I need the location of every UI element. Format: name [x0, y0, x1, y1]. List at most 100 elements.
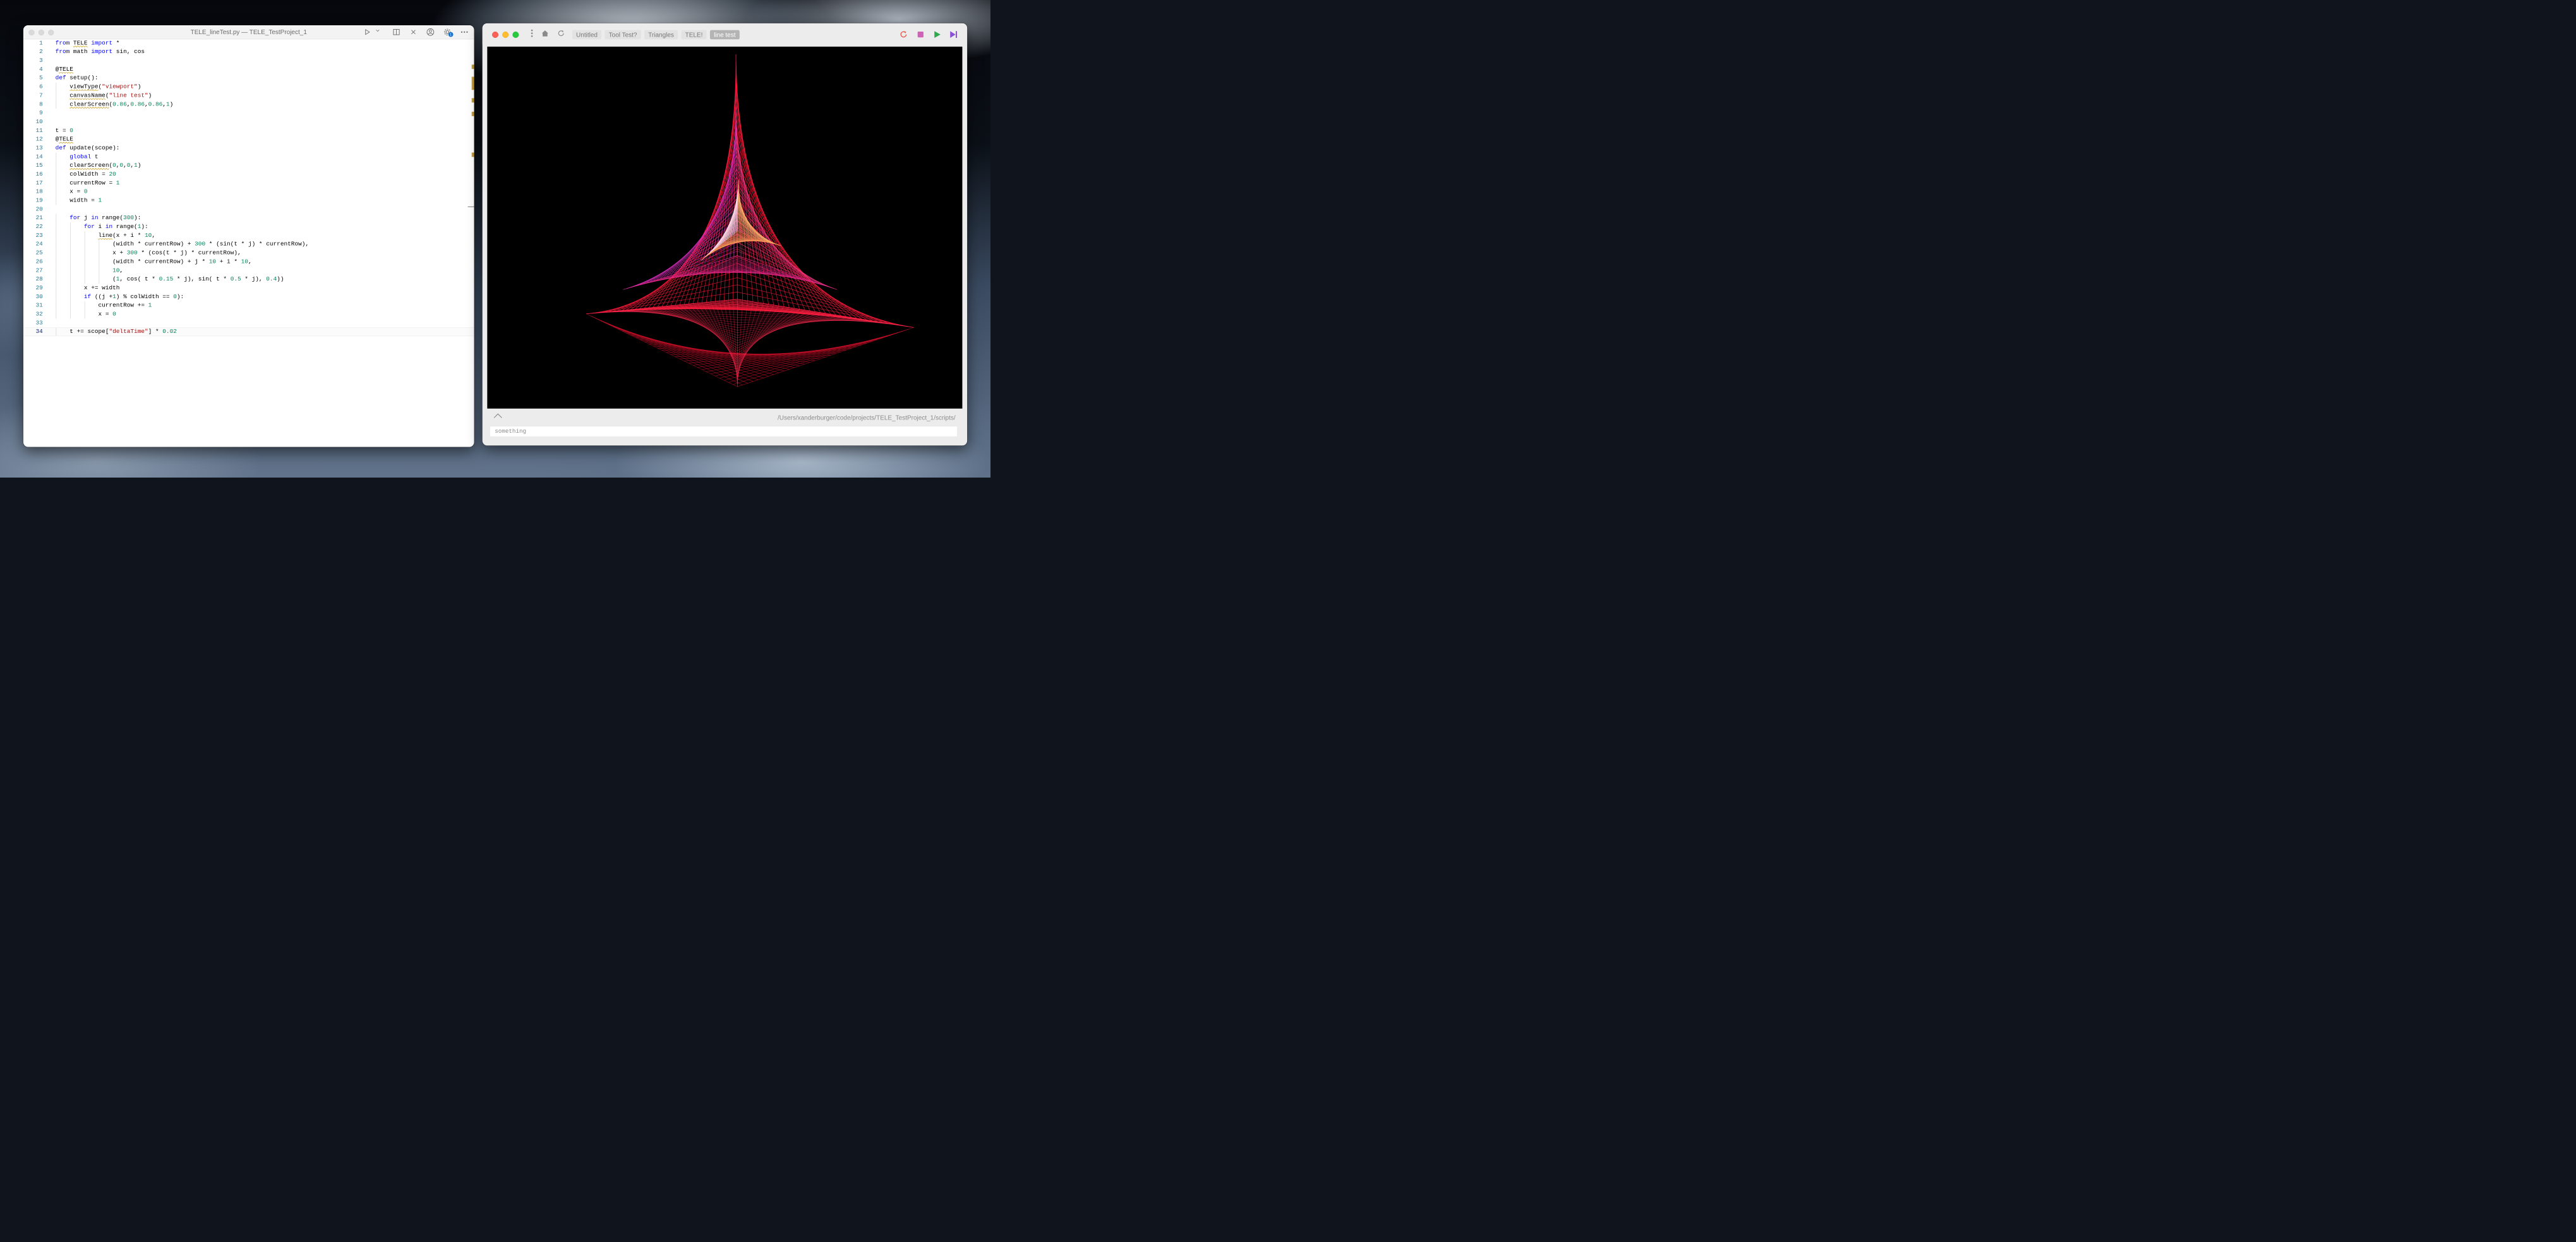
code-line[interactable]: 4 @TELE: [23, 65, 474, 74]
split-view-icon[interactable]: [392, 27, 401, 37]
stop-icon[interactable]: [916, 30, 925, 39]
code-line[interactable]: 15 clearScreen(0,0,0,1): [23, 161, 474, 171]
code-line[interactable]: 1 from TELE import *: [23, 39, 474, 48]
code-line[interactable]: 10: [23, 118, 474, 126]
code-text[interactable]: x += width: [56, 284, 120, 292]
code-text[interactable]: colWidth = 20: [56, 170, 116, 179]
code-text[interactable]: @TELE: [56, 65, 73, 74]
code-text[interactable]: t += scope["deltaTime"] * 0.02: [56, 328, 177, 335]
code-text[interactable]: x + 300 * (cos(t * j) * currentRow),: [56, 249, 241, 258]
code-line[interactable]: 24 (width * currentRow) + 300 * (sin(t *…: [23, 239, 474, 249]
code-line[interactable]: 5 def setup():: [23, 74, 474, 83]
code-text[interactable]: from math import sin, cos: [56, 47, 145, 56]
code-text[interactable]: for j in range(300):: [56, 214, 141, 222]
code-line[interactable]: 14 global t: [23, 152, 474, 162]
canvas-tabs: Untitled Tool Test? Triangles TELE! line…: [572, 30, 740, 40]
code-text[interactable]: clearScreen(0,0,0,1): [56, 161, 141, 170]
code-line[interactable]: 2 from math import sin, cos: [23, 47, 474, 56]
code-line[interactable]: 28 (1, cos( t * 0.15 * j), sin( t * 0.5 …: [23, 275, 474, 284]
code-line[interactable]: 18 x = 0: [23, 187, 474, 196]
more-vertical-icon[interactable]: [527, 29, 538, 40]
code-text[interactable]: if ((j +1) % colWidth == 0):: [56, 292, 184, 301]
tab-triangles[interactable]: Triangles: [644, 30, 678, 40]
code-line[interactable]: 8 clearScreen(0.86,0.86,0.86,1): [23, 100, 474, 109]
code-line[interactable]: 7 canvasName("line test"): [23, 91, 474, 100]
code-line[interactable]: 23 line(x + i * 10,: [23, 231, 474, 240]
code-text[interactable]: def setup():: [56, 74, 99, 83]
gear-icon[interactable]: 1: [443, 27, 454, 37]
line-number: 9: [39, 109, 43, 117]
code-text[interactable]: x = 0: [56, 188, 87, 196]
code-line[interactable]: 31 currentRow += 1: [23, 301, 474, 310]
code-line[interactable]: 29 x += width: [23, 284, 474, 292]
play-icon[interactable]: [932, 30, 942, 39]
tab-line-test[interactable]: line test: [709, 30, 740, 40]
line-number: 5: [39, 75, 43, 81]
code-line[interactable]: 34 t += scope["deltaTime"] * 0.02: [23, 327, 474, 337]
code-text[interactable]: def update(scope):: [56, 144, 120, 153]
console-input[interactable]: something: [490, 426, 958, 437]
tab-tool-test[interactable]: Tool Test?: [605, 30, 641, 40]
account-icon[interactable]: [426, 27, 435, 37]
split-editor-icon[interactable]: [375, 27, 384, 37]
chevron-up-icon[interactable]: [493, 413, 503, 421]
refresh-icon[interactable]: [899, 30, 908, 39]
tab-tele[interactable]: TELE!: [681, 30, 707, 40]
home-icon[interactable]: [539, 29, 550, 40]
code-area[interactable]: 1 from TELE import * 2 from math import sin…: [23, 39, 474, 337]
code-line[interactable]: 3: [23, 56, 474, 65]
code-line[interactable]: 13 def update(scope):: [23, 144, 474, 153]
close-window-button[interactable]: [492, 31, 499, 38]
code-text[interactable]: global t: [56, 152, 98, 161]
code-text[interactable]: currentRow += 1: [56, 301, 152, 310]
close-editor-icon[interactable]: [409, 27, 418, 37]
code-text[interactable]: (1, cos( t * 0.15 * j), sin( t * 0.5 * j…: [56, 275, 284, 284]
editor-body[interactable]: 1 from TELE import * 2 from math import sin…: [23, 39, 474, 447]
run-icon[interactable]: [363, 27, 372, 37]
code-text[interactable]: @TELE: [56, 135, 73, 144]
line-number: 3: [39, 57, 43, 64]
code-line[interactable]: 30 if ((j +1) % colWidth == 0):: [23, 292, 474, 301]
code-line[interactable]: 27 10,: [23, 266, 474, 275]
code-text[interactable]: x = 0: [56, 310, 116, 319]
code-text[interactable]: currentRow = 1: [56, 179, 119, 188]
code-text[interactable]: canvasName("line test"): [56, 92, 152, 100]
tab-untitled[interactable]: Untitled: [572, 30, 602, 40]
tele-viewer-window: Untitled Tool Test? Triangles TELE! line…: [482, 23, 968, 446]
code-text[interactable]: (width * currentRow) + j * 10 + i * 10,: [56, 258, 252, 267]
code-text[interactable]: viewType("viewport"): [56, 83, 141, 92]
code-line[interactable]: 12 @TELE: [23, 135, 474, 144]
code-line[interactable]: 21 for j in range(300):: [23, 214, 474, 223]
code-line[interactable]: 9: [23, 109, 474, 118]
code-text[interactable]: t = 0: [56, 126, 73, 135]
code-text[interactable]: clearScreen(0.86,0.86,0.86,1): [56, 100, 174, 109]
code-text[interactable]: (width * currentRow) + 300 * (sin(t * j)…: [56, 240, 309, 249]
overview-ruler[interactable]: [467, 39, 474, 447]
code-text[interactable]: line(x + i * 10,: [56, 231, 155, 240]
code-line[interactable]: 32 x = 0: [23, 310, 474, 319]
code-text[interactable]: for i in range(1):: [56, 222, 148, 231]
code-text[interactable]: from TELE import *: [56, 39, 120, 48]
code-line[interactable]: 22 for i in range(1):: [23, 222, 474, 232]
reload-icon[interactable]: [556, 29, 567, 40]
code-text[interactable]: width = 1: [56, 196, 102, 205]
line-number: 11: [35, 127, 43, 134]
line-number: 18: [35, 188, 43, 195]
code-line[interactable]: 19 width = 1: [23, 196, 474, 205]
code-line[interactable]: 11 t = 0: [23, 126, 474, 135]
zoom-window-button[interactable]: [512, 31, 519, 38]
more-icon[interactable]: [459, 27, 469, 37]
code-line[interactable]: 16 colWidth = 20: [23, 170, 474, 179]
code-line[interactable]: 6 viewType("viewport"): [23, 82, 474, 92]
render-canvas[interactable]: [487, 46, 963, 409]
code-line[interactable]: 20: [23, 205, 474, 214]
minimize-window-button[interactable]: [502, 31, 509, 38]
code-line[interactable]: 26 (width * currentRow) + j * 10 + i * 1…: [23, 257, 474, 267]
line-art-render: [586, 54, 914, 387]
editor-toolbar: 1: [363, 27, 469, 37]
code-line[interactable]: 25 x + 300 * (cos(t * j) * currentRow),: [23, 248, 474, 258]
code-line[interactable]: 33: [23, 318, 474, 327]
code-line[interactable]: 17 currentRow = 1: [23, 178, 474, 188]
code-text[interactable]: 10,: [56, 266, 123, 275]
step-forward-icon[interactable]: [949, 30, 958, 39]
